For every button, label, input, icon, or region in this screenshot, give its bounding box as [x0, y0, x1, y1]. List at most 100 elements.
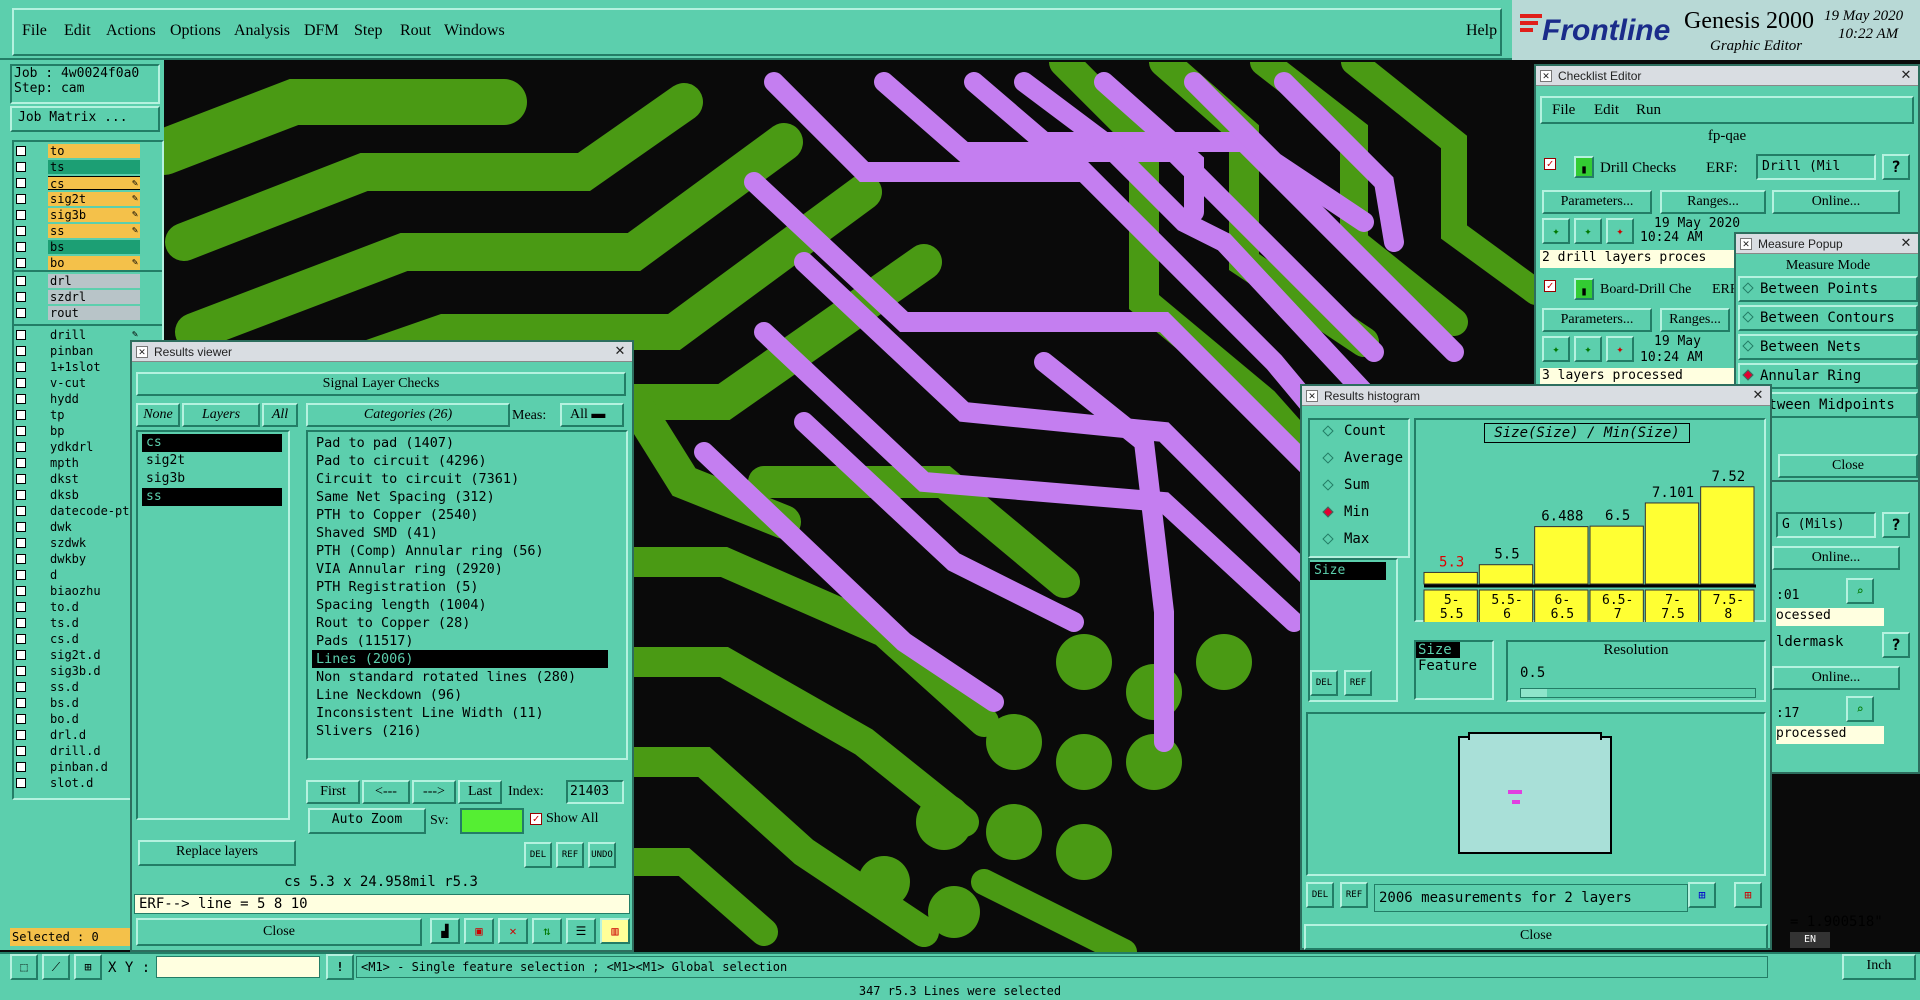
run-step-icon[interactable]: ✦ [1574, 218, 1602, 244]
layer-checkbox[interactable] [16, 226, 26, 236]
del-button[interactable]: DEL [524, 842, 552, 868]
parameters-button[interactable]: Parameters... [1542, 190, 1652, 214]
parameters-button-2[interactable]: Parameters... [1542, 308, 1652, 332]
histogram-bar[interactable] [1700, 486, 1755, 585]
zoom-icon-2[interactable]: ⌕ [1846, 696, 1874, 722]
layer-checkbox[interactable] [16, 506, 26, 516]
checklist-menu-file[interactable]: File [1552, 98, 1575, 122]
erf-field-3[interactable]: G (Mils) [1776, 512, 1876, 538]
layer-list-item[interactable]: cs [142, 434, 282, 452]
category-item[interactable]: Same Net Spacing (312) [312, 488, 608, 506]
layer-row[interactable]: szdrl [14, 290, 164, 304]
measure-tool-icon[interactable]: ⟋ [42, 954, 70, 980]
online-button-2[interactable]: Online... [1772, 546, 1900, 570]
layer-checkbox[interactable] [16, 178, 26, 188]
info-icon[interactable]: ! [326, 954, 354, 980]
category-item[interactable]: Pads (11517) [312, 632, 608, 650]
layer-checkbox[interactable] [16, 378, 26, 388]
language-indicator[interactable]: EN [1790, 932, 1830, 948]
menu-dfm[interactable]: DFM [304, 22, 339, 40]
hist-del-button[interactable]: DEL [1310, 670, 1338, 696]
histogram-close-button[interactable]: Close [1304, 924, 1768, 950]
stat-option[interactable]: Average [1316, 447, 1406, 469]
category-item[interactable]: Slivers (216) [312, 722, 608, 740]
layer-checkbox[interactable] [16, 650, 26, 660]
histogram-bar[interactable] [1589, 525, 1644, 585]
help-icon[interactable]: ? [1882, 154, 1910, 180]
undo-button[interactable]: UNDO [588, 842, 616, 868]
none-button[interactable]: None [136, 403, 180, 427]
layer-row[interactable]: rout [14, 306, 164, 320]
stat-option[interactable]: Sum [1316, 474, 1406, 496]
online-button[interactable]: Online... [1772, 190, 1900, 214]
category-item[interactable]: Lines (2006) [312, 650, 608, 668]
layer-checkbox[interactable] [16, 330, 26, 340]
layer-checkbox[interactable] [16, 210, 26, 220]
board-drill-checkbox[interactable]: ✓ [1544, 280, 1556, 292]
close-icon[interactable]: ✕ [1750, 388, 1766, 403]
layer-checkbox[interactable] [16, 762, 26, 772]
filter-icon[interactable]: ✕ [498, 918, 528, 944]
category-item[interactable]: Pad to pad (1407) [312, 434, 608, 452]
measure-close-button[interactable]: Close [1778, 454, 1918, 478]
layer-checkbox[interactable] [16, 474, 26, 484]
layer-checkbox[interactable] [16, 442, 26, 452]
layer-row[interactable]: sig2t ✎ [14, 192, 164, 206]
category-item[interactable]: Non standard rotated lines (280) [312, 668, 608, 686]
layer-checkbox[interactable] [16, 490, 26, 500]
layer-checkbox[interactable] [16, 276, 26, 286]
category-item[interactable]: PTH Registration (5) [312, 578, 608, 596]
layer-checkbox[interactable] [16, 258, 26, 268]
layer-checkbox[interactable] [16, 394, 26, 404]
layer-list-item[interactable]: sig2t [142, 452, 282, 470]
report-icon[interactable]: ▣ [464, 918, 494, 944]
layer-checkbox[interactable] [16, 730, 26, 740]
category-item[interactable]: Pad to circuit (4296) [312, 452, 608, 470]
auto-zoom-dropdown[interactable]: Auto Zoom [308, 808, 426, 834]
layer-checkbox[interactable] [16, 522, 26, 532]
stat-option[interactable]: Count [1316, 420, 1406, 442]
category-item[interactable]: VIA Annular ring (2920) [312, 560, 608, 578]
run-step-icon-2[interactable]: ✦ [1574, 336, 1602, 362]
layer-checkbox[interactable] [16, 194, 26, 204]
category-item[interactable]: Shaved SMD (41) [312, 524, 608, 542]
histogram-bar[interactable] [1644, 502, 1700, 585]
category-item[interactable]: Rout to Copper (28) [312, 614, 608, 632]
drill-checks-checkbox[interactable]: ✓ [1544, 158, 1556, 170]
measure-mode-item[interactable]: Between Points [1738, 276, 1918, 302]
run-icon[interactable]: ✦ [1542, 218, 1570, 244]
layer-list-item[interactable]: ss [142, 488, 282, 506]
layer-row[interactable]: bs [14, 240, 164, 254]
menu-step[interactable]: Step [354, 22, 382, 40]
unit-selector[interactable]: Inch [1842, 954, 1916, 980]
histogram-bar[interactable] [1478, 564, 1534, 585]
layer-checkbox[interactable] [16, 458, 26, 468]
results-close-button[interactable]: Close [136, 918, 422, 946]
last-button[interactable]: Last [458, 780, 502, 804]
layer-checkbox[interactable] [16, 602, 26, 612]
next-button[interactable]: ---> [412, 780, 456, 804]
preview-ref-button[interactable]: REF [1340, 882, 1368, 908]
ranges-button[interactable]: Ranges... [1660, 190, 1766, 214]
layer-checkbox[interactable] [16, 146, 26, 156]
menu-help[interactable]: Help [1466, 22, 1497, 40]
layer-checkbox[interactable] [16, 308, 26, 318]
measure-mode-item[interactable]: Between Contours [1738, 305, 1918, 331]
help-icon-3[interactable]: ? [1882, 512, 1910, 538]
menu-edit[interactable]: Edit [64, 22, 91, 40]
grid-tool-icon[interactable]: ⊞ [74, 954, 102, 980]
category-item[interactable]: PTH (Comp) Annular ring (56) [312, 542, 608, 560]
category-item[interactable]: Circuit to circuit (7361) [312, 470, 608, 488]
measure-mode-item[interactable]: Between Nets [1738, 334, 1918, 360]
layer-checkbox[interactable] [16, 746, 26, 756]
layer-checkbox[interactable] [16, 426, 26, 436]
histogram-bar[interactable] [1534, 526, 1589, 585]
stop-icon[interactable]: ✦ [1606, 218, 1634, 244]
erf-field[interactable]: Drill (Mil [1756, 154, 1876, 180]
all-button[interactable]: All [262, 403, 298, 427]
layer-checkbox[interactable] [16, 666, 26, 676]
layer-checkbox[interactable] [16, 570, 26, 580]
layer-checkbox[interactable] [16, 682, 26, 692]
category-item[interactable]: PTH to Copper (2540) [312, 506, 608, 524]
stat-option[interactable]: Max [1316, 528, 1406, 550]
